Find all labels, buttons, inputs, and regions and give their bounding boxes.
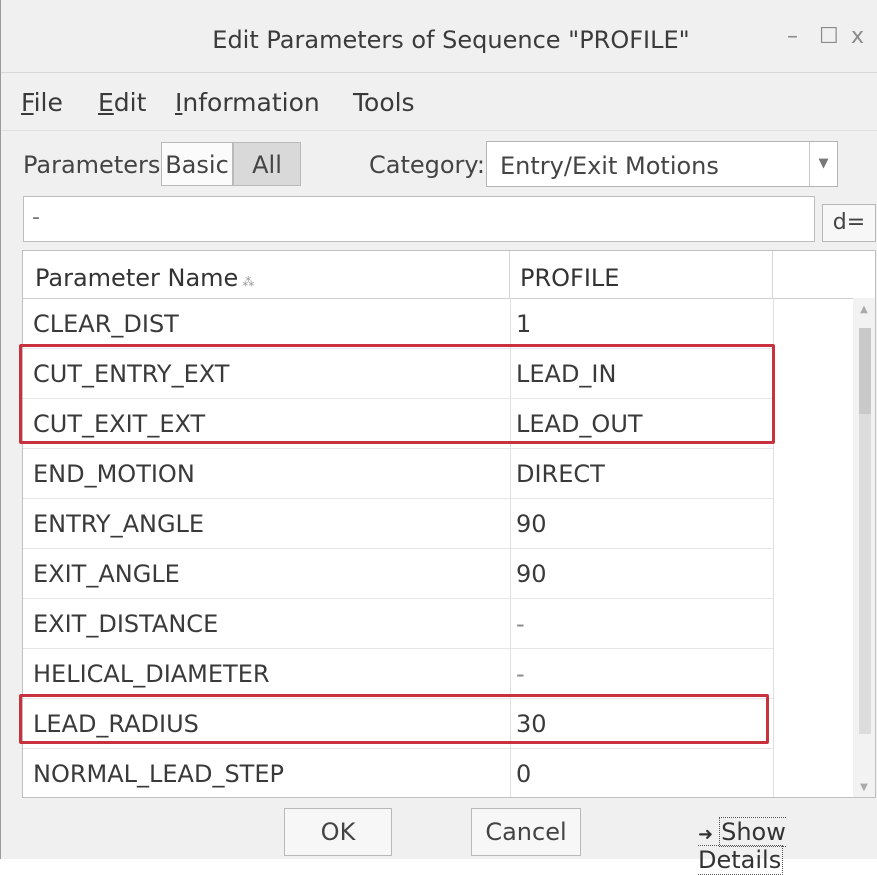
highlight-box-entry-exit — [19, 344, 775, 444]
parameter-value-cell[interactable]: DIRECT — [516, 448, 766, 498]
menu-edit[interactable]: Edit — [98, 88, 146, 117]
table-row[interactable]: NORMAL_LEAD_STEP 0 — [23, 748, 773, 797]
scrollbar-track[interactable] — [859, 414, 871, 734]
column-header-profile[interactable]: PROFILE — [510, 251, 773, 298]
scrollbar-thumb[interactable] — [859, 328, 871, 414]
title-bar[interactable]: Edit Parameters of Sequence "PROFILE" – … — [1, 0, 877, 72]
maximize-icon[interactable]: ☐ — [819, 24, 839, 49]
scroll-down-icon[interactable]: ▼ — [853, 782, 875, 793]
parameter-value-cell[interactable]: 0 — [516, 748, 766, 797]
category-select[interactable]: Entry/Exit Motions ▼ — [486, 141, 838, 187]
parameter-name-cell: ENTRY_ANGLE — [33, 510, 205, 538]
menu-information[interactable]: Information — [175, 88, 320, 117]
column-header-parameter-name[interactable]: Parameter Name ⁂ — [23, 251, 510, 298]
table-row[interactable]: CLEAR_DIST 1 — [23, 298, 773, 349]
category-label: Category: — [369, 151, 485, 179]
parameter-name-cell: END_MOTION — [33, 460, 195, 488]
ok-button[interactable]: OK — [284, 808, 392, 856]
parameter-name-cell: HELICAL_DIAMETER — [33, 660, 270, 688]
basic-toggle-button[interactable]: Basic — [161, 142, 233, 186]
table-row[interactable]: END_MOTION DIRECT — [23, 448, 773, 499]
window-title: Edit Parameters of Sequence "PROFILE" — [212, 26, 690, 54]
menu-tools[interactable]: Tools — [353, 88, 415, 117]
category-select-value: Entry/Exit Motions — [500, 152, 719, 180]
scroll-up-icon[interactable]: ▲ — [853, 304, 875, 315]
table-row[interactable]: ENTRY_ANGLE 90 — [23, 498, 773, 549]
close-icon[interactable]: x — [851, 24, 864, 49]
table-row[interactable]: EXIT_DISTANCE - — [23, 598, 773, 649]
parameter-value-cell[interactable]: 90 — [516, 548, 766, 598]
parameter-value-cell[interactable]: 90 — [516, 498, 766, 548]
table-row[interactable]: EXIT_ANGLE 90 — [23, 548, 773, 599]
menu-bar: File Edit Information Tools — [1, 72, 877, 131]
menu-file[interactable]: File — [21, 88, 63, 117]
parameter-value-cell[interactable]: - — [516, 598, 766, 648]
parameter-name-cell: EXIT_DISTANCE — [33, 610, 219, 638]
parameter-value-cell[interactable]: 1 — [516, 298, 766, 348]
sort-icon: ⁂ — [242, 275, 255, 289]
parameter-value-cell[interactable]: - — [516, 648, 766, 698]
show-details-button[interactable]: ➜ Show Details — [698, 817, 877, 875]
parameter-name-cell: CLEAR_DIST — [33, 310, 179, 338]
relations-button[interactable]: d= — [822, 204, 876, 242]
chevron-down-icon[interactable]: ▼ — [809, 142, 837, 186]
parameters-toolbar: Parameters Basic All Category: Entry/Exi… — [1, 130, 877, 193]
vertical-scrollbar[interactable]: ▲ ▼ — [853, 298, 875, 797]
highlight-box-lead-radius — [19, 694, 769, 744]
cancel-button[interactable]: Cancel — [471, 808, 581, 856]
edit-parameters-dialog: Edit Parameters of Sequence "PROFILE" – … — [0, 0, 877, 875]
table-header: Parameter Name ⁂ PROFILE — [23, 251, 875, 299]
arrow-right-icon: ➜ — [698, 824, 714, 845]
parameter-name-cell: EXIT_ANGLE — [33, 560, 180, 588]
table-row[interactable]: HELICAL_DIAMETER - — [23, 648, 773, 699]
expression-field[interactable]: - — [23, 196, 815, 242]
expression-value: - — [32, 205, 40, 230]
all-toggle-button[interactable]: All — [233, 142, 301, 186]
parameter-name-cell: NORMAL_LEAD_STEP — [33, 760, 284, 788]
parameters-label: Parameters — [23, 151, 161, 179]
minimize-icon[interactable]: – — [787, 24, 798, 49]
